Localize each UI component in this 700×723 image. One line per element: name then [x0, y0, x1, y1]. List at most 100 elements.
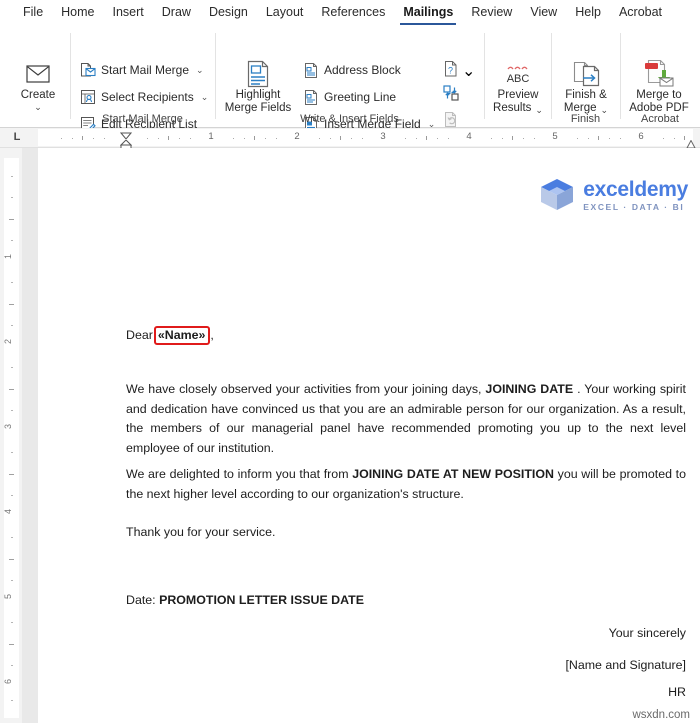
closing-hr: HR — [668, 685, 686, 699]
address-block-button[interactable]: Address Block — [303, 60, 401, 80]
exceldemy-logo: exceldemy EXCEL · DATA · BI — [538, 176, 688, 214]
abc-preview-icon: ABC — [488, 59, 548, 89]
tab-stop-selector[interactable]: L — [10, 131, 24, 145]
salutation-line: Dear «Name», — [126, 326, 214, 345]
tab-view[interactable]: View — [521, 0, 566, 27]
paragraph-2-text-a: We are delighted to inform you that from — [126, 467, 353, 481]
select-recipients-button[interactable]: Select Recipients ⌄ — [80, 87, 208, 107]
vruler-number-2: 2 — [3, 339, 13, 345]
paragraph-3: Thank you for your service. — [126, 525, 276, 539]
preview-results-label-1: Preview — [497, 89, 539, 101]
svg-text:ABC: ABC — [507, 73, 530, 85]
salutation-suffix: , — [210, 328, 214, 342]
hruler-number-4: 4 — [466, 131, 472, 142]
exceldemy-logo-word: exceldemy — [583, 177, 688, 201]
ribbon-tabbar: File Home Insert Draw Design Layout Refe… — [0, 0, 700, 27]
address-block-icon — [303, 62, 319, 78]
first-line-indent-marker[interactable] — [119, 128, 133, 140]
exceldemy-cube-logo-icon — [538, 176, 576, 214]
svg-text:?: ? — [448, 66, 453, 76]
tab-acrobat[interactable]: Acrobat — [610, 0, 671, 27]
date-label: Date: — [126, 593, 156, 607]
start-mail-merge-icon — [80, 62, 96, 78]
tab-home[interactable]: Home — [52, 0, 103, 27]
match-fields-button[interactable] — [443, 85, 459, 106]
ribbon: Create ⌄ Start Mail Merge ⌄ Select Recip… — [0, 27, 700, 132]
match-fields-icon — [443, 85, 459, 106]
word-window: File Home Insert Draw Design Layout Refe… — [0, 0, 700, 723]
chevron-down-icon[interactable]: ⌄ — [196, 65, 204, 76]
joining-date-new-position-field: JOINING DATE AT NEW POSITION — [352, 467, 554, 481]
vertical-ruler[interactable]: 1 2 3 4 5 6 — [0, 148, 22, 723]
group-label-finish: Finish — [570, 113, 601, 125]
hruler-number-1: 1 — [208, 131, 214, 142]
salutation-prefix: Dear — [126, 328, 153, 342]
tab-layout[interactable]: Layout — [257, 0, 313, 27]
chevron-down-icon[interactable]: ⌄ — [7, 102, 69, 112]
paragraph-1-text-a: We have closely observed your activities… — [126, 382, 486, 396]
document-page[interactable]: exceldemy EXCEL · DATA · BI Dear «Name», … — [38, 148, 700, 723]
promotion-letter-issue-date-field: PROMOTION LETTER ISSUE DATE — [159, 593, 364, 607]
chevron-down-icon[interactable]: ⌄ — [201, 92, 209, 103]
group-separator — [70, 33, 71, 119]
rules-button[interactable]: ? ⌄ — [443, 60, 475, 82]
group-label-write-insert-fields: Write & Insert Fields — [300, 113, 399, 125]
hruler-number-2: 2 — [294, 131, 300, 142]
merge-to-adobe-pdf-label-1: Merge to — [636, 89, 682, 101]
tab-review[interactable]: Review — [462, 0, 521, 27]
finish-and-merge-label-1: Finish & — [565, 89, 607, 101]
page-left-gutter — [22, 148, 38, 723]
vruler-number-1: 1 — [3, 254, 13, 260]
tab-references[interactable]: References — [312, 0, 394, 27]
preview-results-label-2: Results — [493, 102, 532, 114]
name-merge-field[interactable]: «Name» — [153, 326, 211, 345]
horizontal-ruler-track[interactable] — [38, 129, 693, 146]
greeting-line-label: Greeting Line — [324, 90, 397, 104]
horizontal-ruler[interactable]: L 1 2 3 4 5 6 — [0, 128, 700, 150]
preview-results-button[interactable]: ABC Preview Results ⌄ — [488, 59, 548, 115]
merge-to-adobe-pdf-button[interactable]: Merge to Adobe PDF — [623, 57, 695, 115]
create-button-label: Create — [20, 89, 56, 101]
chevron-down-icon[interactable]: ⌄ — [535, 105, 543, 115]
highlight-merge-fields-button[interactable]: Highlight Merge Fields — [222, 59, 294, 115]
vruler-number-5: 5 — [3, 594, 13, 600]
address-block-label: Address Block — [324, 63, 401, 77]
greeting-line-icon — [303, 89, 319, 105]
right-indent-marker[interactable] — [686, 136, 696, 149]
group-label-start-mail-merge: Start Mail Merge — [102, 113, 183, 125]
hruler-number-6: 6 — [638, 131, 644, 142]
group-separator — [551, 33, 552, 119]
chevron-down-icon[interactable]: ⌄ — [462, 61, 475, 81]
tab-design[interactable]: Design — [200, 0, 257, 27]
tab-file[interactable]: File — [14, 0, 52, 27]
finish-and-merge-icon — [557, 59, 615, 89]
tab-mailings[interactable]: Mailings — [394, 0, 462, 27]
rules-icon: ? — [443, 60, 459, 82]
start-mail-merge-button[interactable]: Start Mail Merge ⌄ — [80, 60, 204, 80]
closing-name-and-signature: [Name and Signature] — [565, 658, 686, 672]
hruler-number-5: 5 — [552, 131, 558, 142]
merge-to-adobe-pdf-icon — [623, 57, 695, 89]
vruler-number-4: 4 — [3, 509, 13, 515]
highlight-merge-fields-icon — [222, 59, 294, 89]
hruler-number-3: 3 — [380, 131, 386, 142]
tab-insert[interactable]: Insert — [104, 0, 153, 27]
greeting-line-button[interactable]: Greeting Line — [303, 87, 396, 107]
group-separator — [215, 33, 216, 119]
left-indent-marker[interactable] — [119, 137, 133, 150]
highlight-merge-fields-label-1: Highlight — [235, 89, 281, 101]
finish-and-merge-button[interactable]: Finish & Merge ⌄ — [557, 59, 615, 115]
tab-draw[interactable]: Draw — [153, 0, 200, 27]
envelope-icon — [7, 59, 69, 89]
tab-help[interactable]: Help — [566, 0, 610, 27]
vertical-ruler-track[interactable] — [4, 158, 19, 718]
date-line: Date: PROMOTION LETTER ISSUE DATE — [126, 593, 364, 607]
exceldemy-logo-subtitle: EXCEL · DATA · BI — [583, 201, 685, 212]
group-label-acrobat: Acrobat — [641, 113, 679, 125]
group-separator — [484, 33, 485, 119]
group-separator — [620, 33, 621, 119]
select-recipients-label: Select Recipients — [101, 90, 194, 104]
create-button[interactable]: Create ⌄ — [7, 59, 69, 112]
paragraph-1: We have closely observed your activities… — [126, 380, 686, 458]
watermark: wsxdn.com — [632, 709, 690, 721]
